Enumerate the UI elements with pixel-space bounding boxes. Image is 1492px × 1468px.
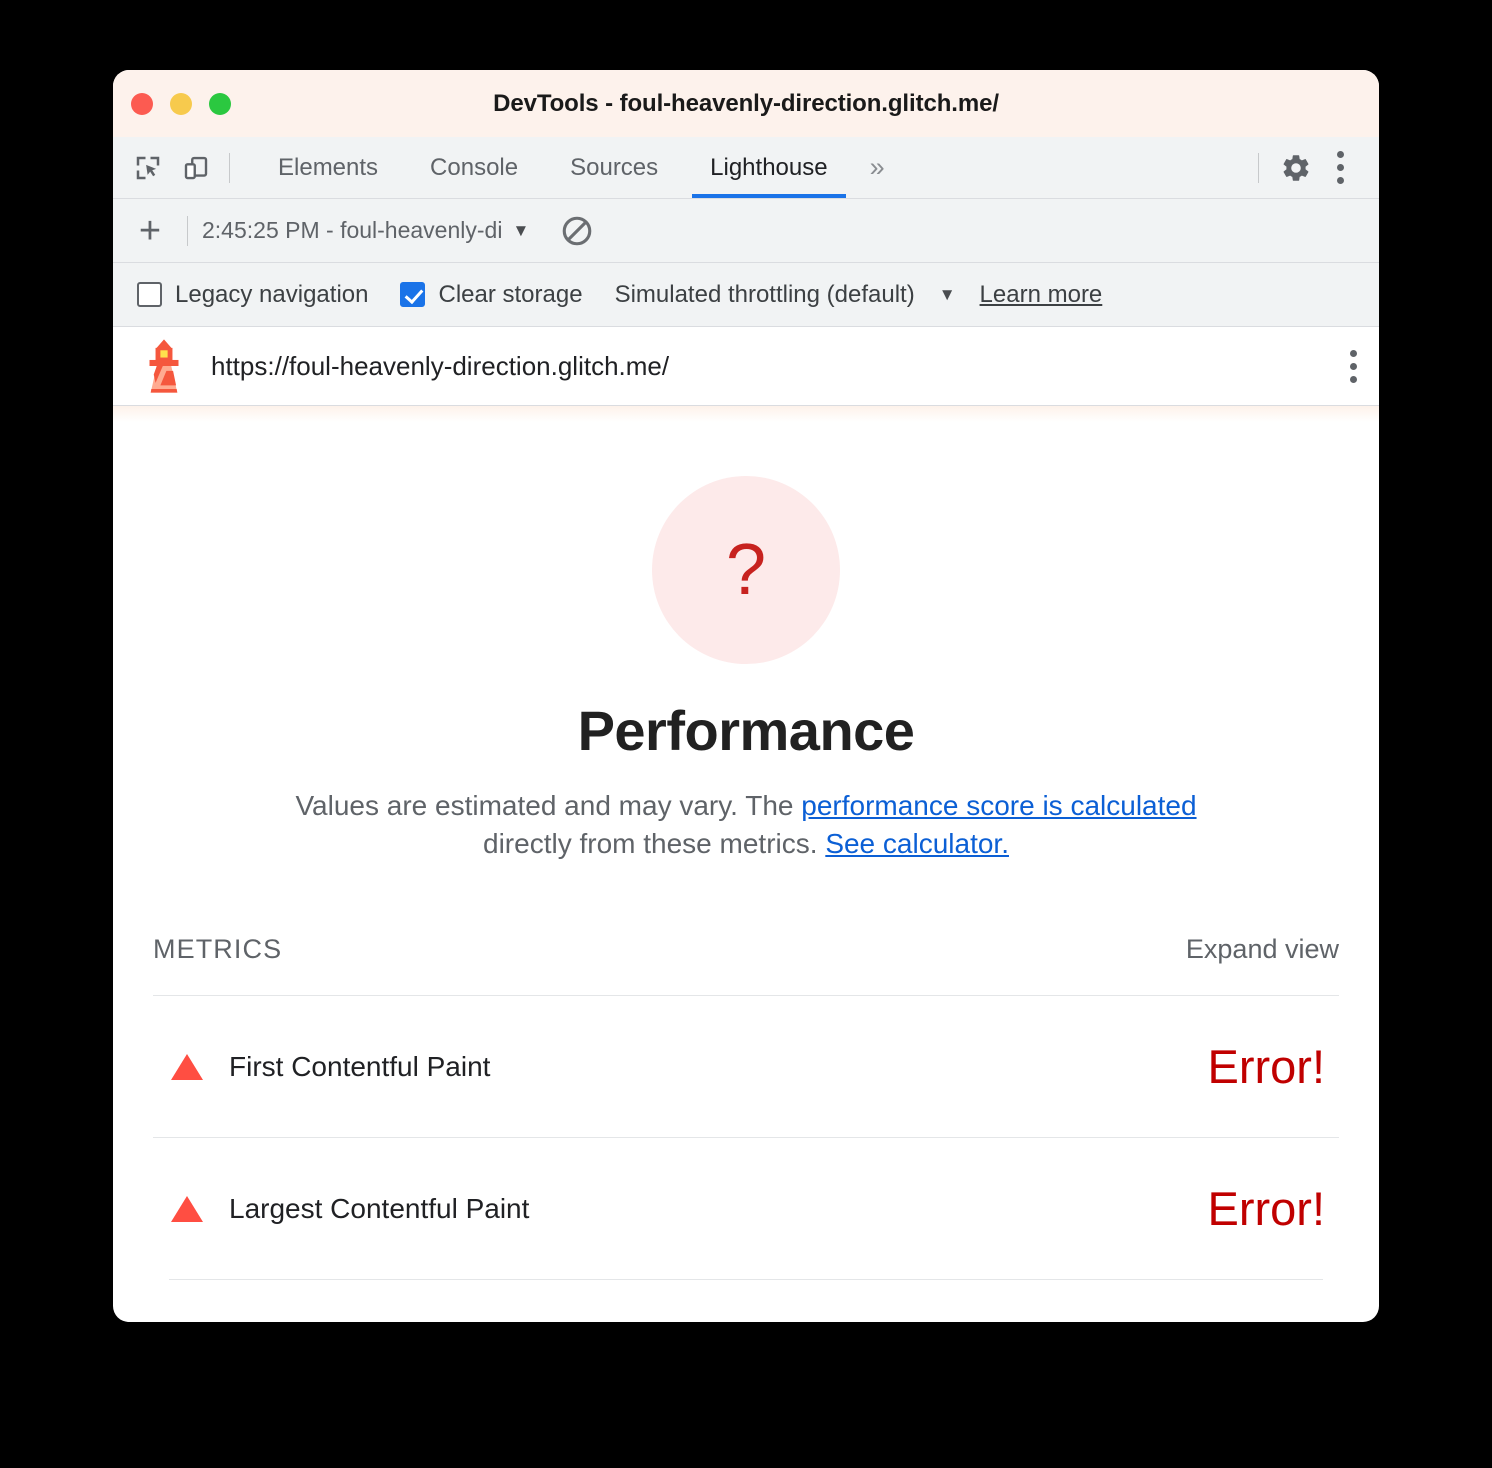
table-row[interactable]: First Contentful Paint Error! bbox=[153, 995, 1339, 1137]
checkbox-label: Legacy navigation bbox=[175, 280, 369, 308]
category-description: Values are estimated and may vary. The p… bbox=[251, 787, 1241, 862]
metrics-list: First Contentful Paint Error! Largest Co… bbox=[141, 995, 1351, 1281]
report-url-bar: https://foul-heavenly-direction.glitch.m… bbox=[113, 327, 1379, 406]
metric-name: Largest Contentful Paint bbox=[229, 1192, 530, 1224]
checkbox-box-checked bbox=[400, 282, 426, 307]
performance-score-link[interactable]: performance score is calculated bbox=[801, 790, 1196, 821]
report-options-button[interactable] bbox=[1350, 349, 1357, 383]
see-calculator-link[interactable]: See calculator. bbox=[825, 828, 1009, 859]
metric-label-group: Largest Contentful Paint bbox=[157, 1193, 529, 1225]
metric-value: Error! bbox=[1207, 1182, 1326, 1236]
new-report-button[interactable]: + bbox=[127, 208, 173, 254]
devtools-window: DevTools - foul-heavenly-direction.glitc… bbox=[113, 70, 1379, 1322]
panel-tabs: Elements Console Sources Lighthouse » bbox=[252, 137, 901, 198]
tab-label: Console bbox=[430, 153, 519, 181]
more-vertical-icon bbox=[1336, 151, 1344, 184]
lighthouse-icon bbox=[149, 339, 179, 393]
minimize-window-button[interactable] bbox=[170, 92, 192, 115]
tab-label: Elements bbox=[278, 153, 379, 181]
chevron-down-icon: ▼ bbox=[512, 221, 530, 240]
more-vertical-icon bbox=[1350, 349, 1357, 383]
metric-value: Error! bbox=[1207, 1040, 1326, 1094]
toolbar-divider bbox=[229, 152, 230, 183]
main-menu-icon[interactable] bbox=[1319, 147, 1361, 189]
expand-view-toggle[interactable]: Expand view bbox=[1186, 934, 1339, 965]
device-toolbar-icon[interactable] bbox=[175, 147, 217, 189]
window-title: DevTools - foul-heavenly-direction.glitc… bbox=[493, 89, 999, 117]
lighthouse-options-row: Legacy navigation Clear storage Simulate… bbox=[113, 263, 1379, 327]
tab-strip-actions bbox=[1246, 147, 1379, 189]
report-select-value: 2:45:25 PM - foul-heavenly-di bbox=[202, 217, 503, 243]
throttling-group: Simulated throttling (default) ▼ Learn m… bbox=[615, 281, 1103, 309]
metrics-section-title: METRICS bbox=[153, 934, 283, 965]
error-triangle-icon bbox=[171, 1195, 203, 1222]
description-text-part1: Values are estimated and may vary. The bbox=[295, 790, 802, 821]
checkbox-box bbox=[137, 282, 162, 307]
close-window-button[interactable] bbox=[131, 92, 153, 115]
clear-storage-checkbox[interactable]: Clear storage bbox=[400, 280, 583, 309]
throttling-select-value[interactable]: Simulated throttling (default) bbox=[615, 281, 915, 309]
page-title: Performance bbox=[577, 699, 915, 762]
report-url: https://foul-heavenly-direction.glitch.m… bbox=[211, 350, 670, 381]
more-tabs-icon[interactable]: » bbox=[854, 152, 901, 183]
tab-label: Lighthouse bbox=[710, 153, 828, 181]
metric-name: First Contentful Paint bbox=[229, 1050, 491, 1082]
performance-score-gauge[interactable]: ? bbox=[652, 476, 840, 664]
tab-label: Sources bbox=[570, 153, 659, 181]
clear-all-icon bbox=[562, 216, 592, 245]
metric-label-group: First Contentful Paint bbox=[157, 1051, 490, 1083]
error-triangle-icon bbox=[171, 1053, 203, 1080]
report-select-dropdown[interactable]: 2:45:25 PM - foul-heavenly-di ▼ bbox=[202, 217, 529, 244]
legacy-navigation-checkbox[interactable]: Legacy navigation bbox=[137, 281, 368, 309]
traffic-light-controls bbox=[131, 70, 231, 137]
checkbox-label: Clear storage bbox=[438, 280, 583, 308]
score-gauge-container: ? bbox=[141, 476, 1351, 664]
window-title-bar: DevTools - foul-heavenly-direction.glitc… bbox=[113, 70, 1379, 137]
metrics-header: METRICS Expand view bbox=[141, 934, 1351, 965]
tab-sources[interactable]: Sources bbox=[544, 137, 684, 198]
devtools-tab-strip: Elements Console Sources Lighthouse » bbox=[113, 137, 1379, 199]
chevron-down-icon[interactable]: ▼ bbox=[939, 286, 956, 303]
clear-all-button[interactable] bbox=[555, 209, 599, 253]
tab-lighthouse[interactable]: Lighthouse bbox=[684, 137, 853, 198]
maximize-window-button[interactable] bbox=[209, 92, 231, 115]
tab-elements[interactable]: Elements bbox=[252, 137, 404, 198]
toolbar-divider bbox=[1258, 152, 1259, 183]
score-value: ? bbox=[725, 530, 767, 610]
tab-console[interactable]: Console bbox=[404, 137, 544, 198]
lighthouse-run-toolbar: + 2:45:25 PM - foul-heavenly-di ▼ bbox=[113, 199, 1379, 263]
metrics-list-divider bbox=[169, 1279, 1323, 1281]
toolbar-divider bbox=[187, 215, 188, 246]
table-row[interactable]: Largest Contentful Paint Error! bbox=[153, 1137, 1339, 1279]
gear-icon[interactable] bbox=[1275, 147, 1317, 189]
inspect-element-icon[interactable] bbox=[127, 147, 169, 189]
lighthouse-report-body: ? Performance Values are estimated and m… bbox=[113, 476, 1379, 1281]
learn-more-link[interactable]: Learn more bbox=[980, 281, 1103, 309]
description-text-part2: directly from these metrics. bbox=[483, 827, 826, 859]
report-header-accent bbox=[113, 406, 1379, 422]
